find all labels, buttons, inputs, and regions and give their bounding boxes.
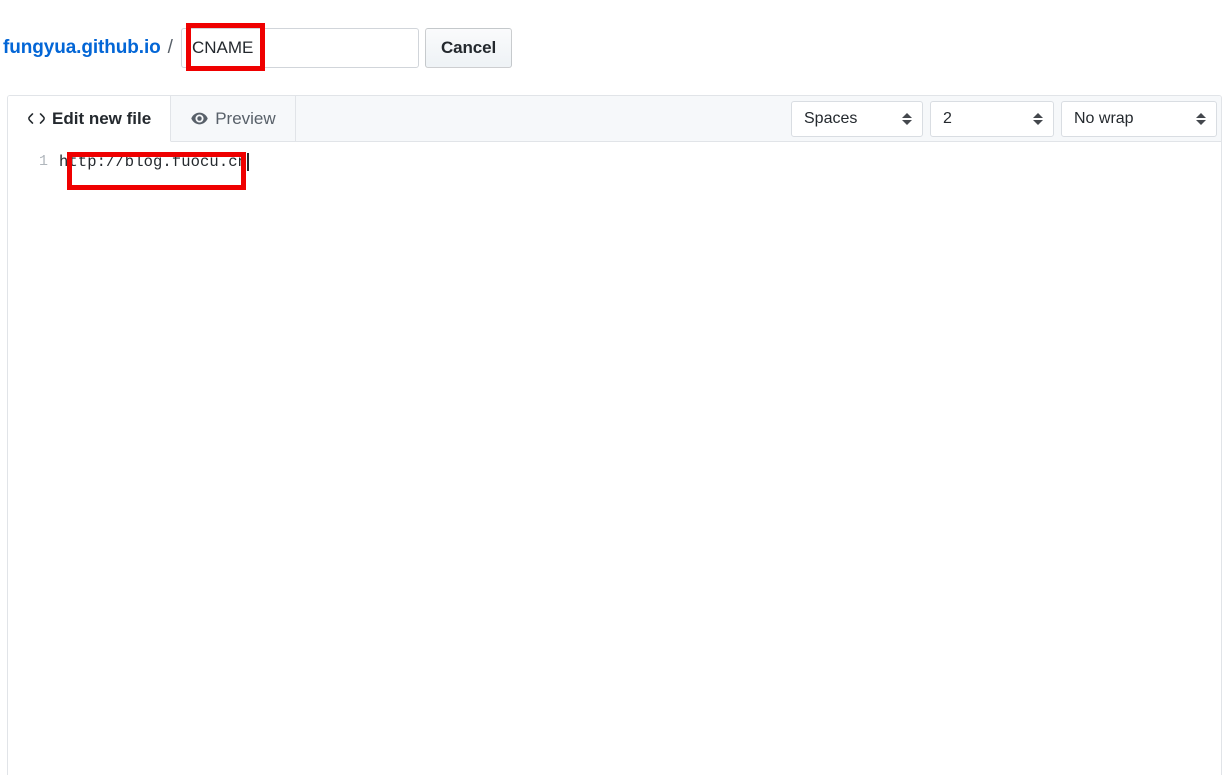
indent-size-select[interactable]: 2 — [930, 100, 1054, 137]
text-caret — [247, 153, 249, 171]
cancel-button[interactable]: Cancel — [424, 28, 513, 68]
indent-mode-value: Spaces — [804, 109, 858, 127]
wrap-mode-select[interactable]: No wrap — [1061, 100, 1217, 137]
code-line-text: http://blog.fuocu.cn — [59, 153, 248, 171]
line-number: 1 — [38, 153, 48, 170]
breadcrumb-repo-link[interactable]: fungyua.github.io — [3, 37, 161, 59]
breadcrumb-separator: / — [167, 37, 173, 58]
tab-edit-new-file-label: Edit new file — [52, 108, 152, 128]
code-line: 1 http://blog.fuocu.cn — [8, 151, 1221, 173]
code-editor[interactable]: 1 http://blog.fuocu.cn — [8, 142, 1221, 775]
wrap-mode-value: No wrap — [1074, 109, 1134, 127]
editor-panel: Edit new file Preview Spaces 2 No wrap 1… — [7, 95, 1222, 775]
tab-preview-label: Preview — [215, 108, 276, 128]
editor-tabs: Edit new file Preview — [8, 96, 296, 142]
code-line-content[interactable]: http://blog.fuocu.cn — [59, 151, 249, 173]
eye-icon — [190, 110, 208, 128]
filename-field-wrap — [180, 28, 419, 68]
editor-toolbar: Edit new file Preview Spaces 2 No wrap — [8, 96, 1221, 142]
editor-settings: Spaces 2 No wrap — [791, 96, 1221, 141]
indent-size-value: 2 — [943, 109, 952, 127]
tab-preview[interactable]: Preview — [171, 96, 296, 141]
chevron-updown-icon — [1196, 112, 1206, 125]
code-icon — [27, 110, 45, 128]
breadcrumb: fungyua.github.io / Cancel — [0, 22, 513, 74]
chevron-updown-icon — [902, 112, 912, 125]
tab-edit-new-file[interactable]: Edit new file — [8, 96, 172, 142]
chevron-updown-icon — [1033, 112, 1043, 125]
indent-mode-select[interactable]: Spaces — [791, 100, 923, 137]
filename-input[interactable] — [180, 28, 419, 68]
